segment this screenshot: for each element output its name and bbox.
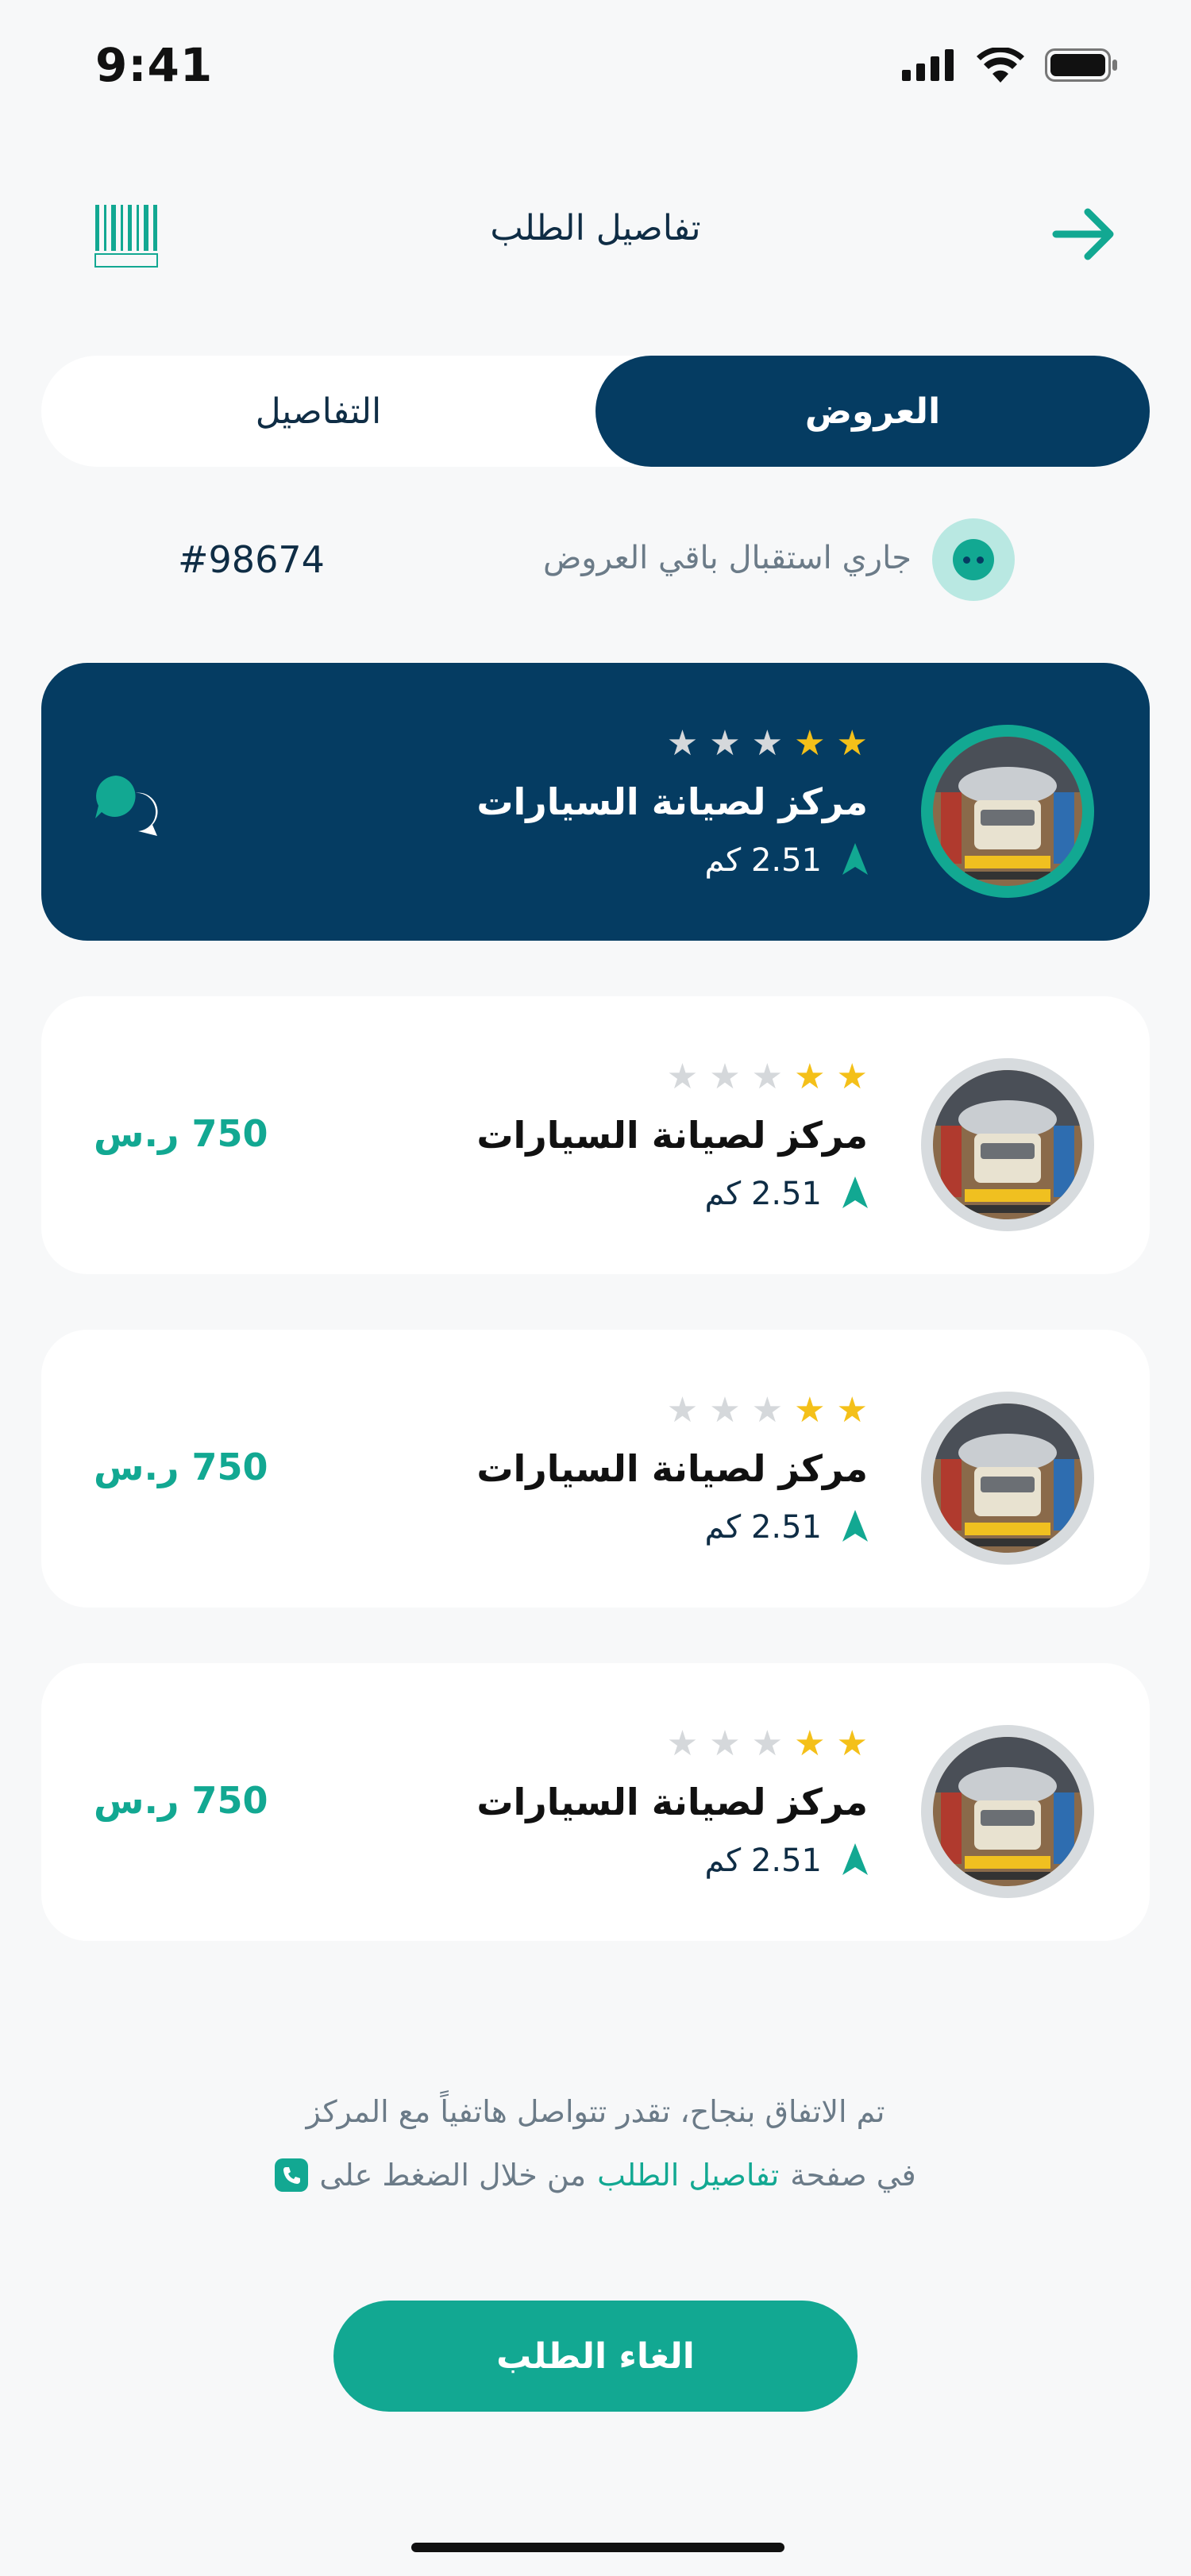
star-icon: ★ xyxy=(836,723,868,764)
chat-icon[interactable] xyxy=(92,769,164,841)
distance-label: 2.51 كم xyxy=(704,1176,822,1212)
loading-indicator-icon xyxy=(932,518,1015,601)
star-icon: ★ xyxy=(836,1390,868,1430)
navigation-arrow-icon xyxy=(842,843,868,878)
star-icon: ★ xyxy=(836,1057,868,1097)
star-icon: ★ xyxy=(794,1723,826,1764)
star-icon: ★ xyxy=(709,1723,741,1764)
distance-label: 2.51 كم xyxy=(704,842,822,879)
star-icon: ★ xyxy=(666,1057,699,1097)
wifi-icon xyxy=(977,48,1024,83)
center-avatar xyxy=(921,1725,1094,1898)
note-prefix: في صفحة xyxy=(790,2158,916,2193)
offer-card[interactable]: ★ ★ ★ ★ ★ مركز لصيانة السيارات 2.51 كم xyxy=(41,663,1150,941)
home-indicator xyxy=(411,2543,784,2552)
note-suffix: من خلال الضغط على xyxy=(319,2158,587,2193)
star-icon: ★ xyxy=(794,1390,826,1430)
distance-row: 2.51 كم xyxy=(705,1509,868,1546)
offer-price: 750 ر.س xyxy=(94,1446,268,1488)
center-avatar xyxy=(921,725,1094,898)
battery-icon xyxy=(1045,48,1117,82)
offer-card[interactable]: ★ ★ ★ ★ ★ مركز لصيانة السيارات 2.51 كم 750 ر.س xyxy=(41,1330,1150,1608)
offer-card[interactable]: ★ ★ ★ ★ ★ مركز لصيانة السيارات 2.51 كم 750 ر.س xyxy=(41,996,1150,1274)
agreement-note-line2: في صفحة تفاصيل الطلب من خلال الضغط على xyxy=(0,2158,1191,2193)
navigation-arrow-icon xyxy=(842,1176,868,1211)
center-avatar xyxy=(921,1392,1094,1565)
rating-stars: ★ ★ ★ ★ ★ xyxy=(667,1060,868,1095)
distance-label: 2.51 كم xyxy=(704,1509,822,1546)
navigation-arrow-icon xyxy=(842,1510,868,1545)
star-icon: ★ xyxy=(666,1390,699,1430)
star-icon: ★ xyxy=(709,1390,741,1430)
back-arrow-icon[interactable] xyxy=(1048,198,1120,270)
tab-offers[interactable]: العروض xyxy=(596,356,1150,467)
status-icons xyxy=(902,48,1118,83)
navigation-arrow-icon xyxy=(842,1843,868,1878)
rating-stars: ★ ★ ★ ★ ★ xyxy=(667,1727,868,1762)
phone-icon xyxy=(275,2158,309,2192)
distance-row: 2.51 كم xyxy=(705,1842,868,1879)
star-icon: ★ xyxy=(794,1057,826,1097)
star-icon: ★ xyxy=(794,723,826,764)
star-icon: ★ xyxy=(751,1390,784,1430)
cellular-signal-icon xyxy=(902,49,954,81)
page-title: تفاصيل الطلب xyxy=(490,208,701,248)
star-icon: ★ xyxy=(709,723,741,764)
cancel-order-button[interactable]: الغاء الطلب xyxy=(333,2301,858,2412)
star-icon: ★ xyxy=(751,1057,784,1097)
tab-details[interactable]: التفاصيل xyxy=(41,356,596,467)
star-icon: ★ xyxy=(836,1723,868,1764)
receiving-offers-text: جاري استقبال باقي العروض xyxy=(542,540,912,576)
center-name: مركز لصيانة السيارات xyxy=(476,1114,868,1157)
distance-row: 2.51 كم xyxy=(705,842,868,879)
order-details-link[interactable]: تفاصيل الطلب xyxy=(597,2158,779,2193)
rating-stars: ★ ★ ★ ★ ★ xyxy=(667,726,868,761)
center-name: مركز لصيانة السيارات xyxy=(476,780,868,823)
offer-price: 750 ر.س xyxy=(94,1112,268,1155)
distance-label: 2.51 كم xyxy=(704,1842,822,1879)
offer-card[interactable]: ★ ★ ★ ★ ★ مركز لصيانة السيارات 2.51 كم 750 ر.س xyxy=(41,1663,1150,1941)
star-icon: ★ xyxy=(666,1723,699,1764)
agreement-note: تم الاتفاق بنجاح، تقدر تتواصل هاتفياً مع… xyxy=(306,2094,885,2129)
rating-stars: ★ ★ ★ ★ ★ xyxy=(667,1393,868,1428)
star-icon: ★ xyxy=(751,723,784,764)
center-name: مركز لصيانة السيارات xyxy=(476,1781,868,1823)
order-number: #98674 xyxy=(178,538,325,581)
status-time: 9:41 xyxy=(95,38,214,92)
center-avatar xyxy=(921,1058,1094,1231)
segmented-tabs: العروض التفاصيل xyxy=(41,356,1150,467)
star-icon: ★ xyxy=(751,1723,784,1764)
offer-price: 750 ر.س xyxy=(94,1779,268,1822)
star-icon: ★ xyxy=(709,1057,741,1097)
receiving-status-row: #98674 جاري استقبال باقي العروض xyxy=(41,516,1150,603)
distance-row: 2.51 كم xyxy=(705,1176,868,1212)
star-icon: ★ xyxy=(666,723,699,764)
center-name: مركز لصيانة السيارات xyxy=(476,1447,868,1490)
